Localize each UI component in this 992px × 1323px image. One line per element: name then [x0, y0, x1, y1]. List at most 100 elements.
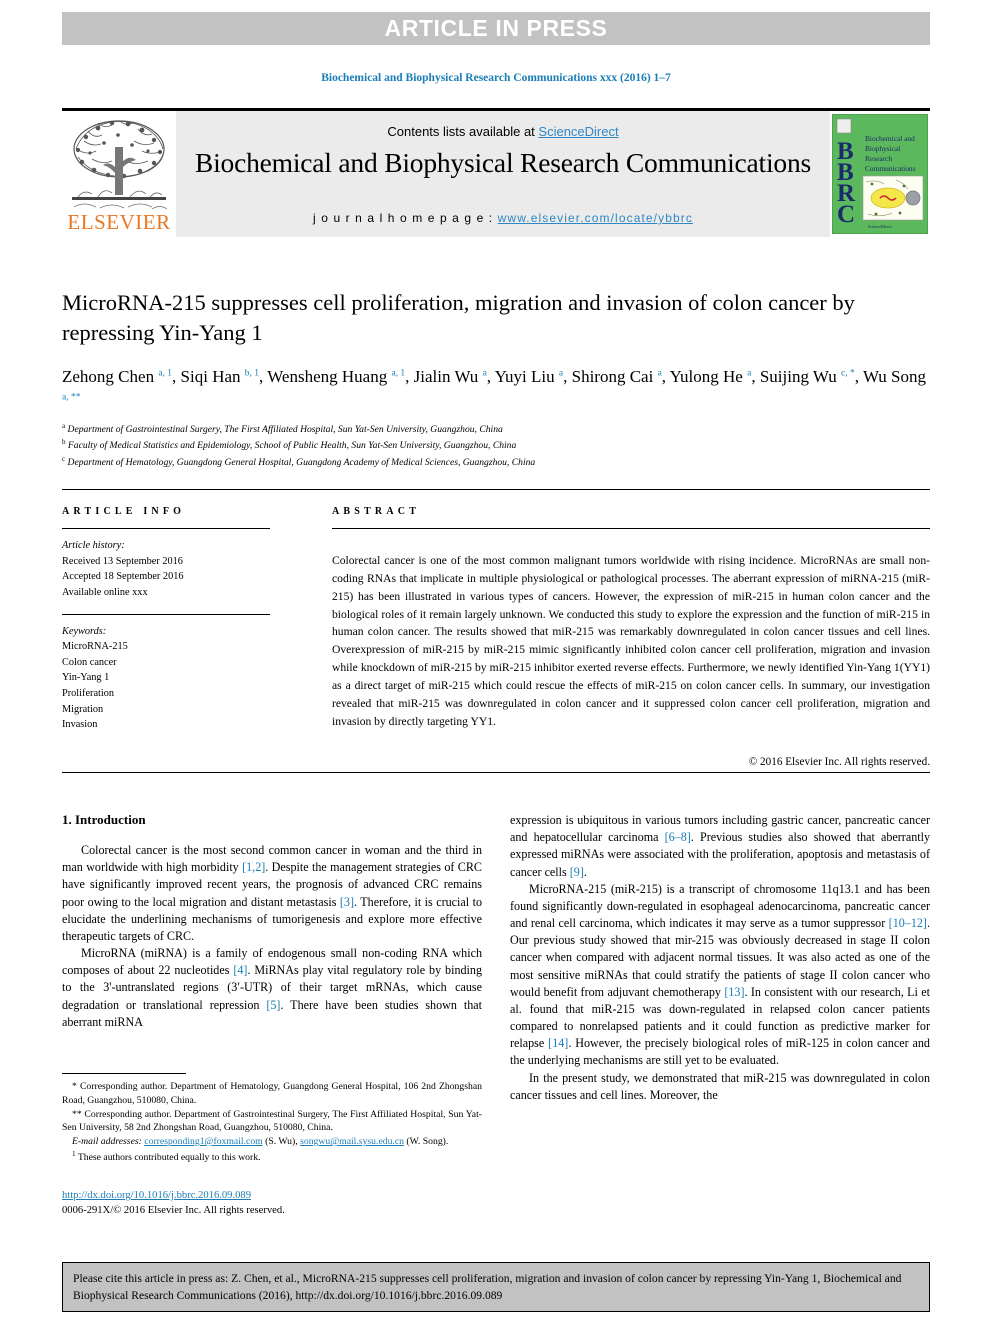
affiliation-item: c Department of Hematology, Guangdong Ge… [62, 454, 930, 470]
author-name: Siqi Han [180, 366, 241, 386]
article-page: ARTICLE IN PRESS Biochemical and Biophys… [0, 0, 992, 1323]
affiliation-item: b Faculty of Medical Statistics and Epid… [62, 437, 930, 453]
svg-text:Biochemical and: Biochemical and [865, 134, 915, 143]
author-sep: , [661, 366, 670, 386]
footnote-corresponding-2: ** Corresponding author. Department of G… [62, 1108, 482, 1134]
abstract-column: ABSTRACT Colorectal cancer is one of the… [332, 490, 930, 768]
footnote-corresponding-1: * Corresponding author. Department of He… [62, 1081, 482, 1106]
journal-cover-thumbnail: B B R C Biochemical and Biophysical Rese… [830, 111, 930, 237]
keyword-item: MicroRNA-215 [62, 641, 128, 653]
keyword-item: Invasion [62, 719, 98, 731]
article-info-column: ARTICLE INFO Article history: Received 1… [62, 490, 270, 768]
author-sep: , [486, 366, 495, 386]
article-history-item: Available online xxx [62, 586, 148, 598]
svg-text:Communications: Communications [865, 164, 916, 173]
author-name: Jialin Wu [413, 366, 479, 386]
homepage-label: j o u r n a l h o m e p a g e : [313, 211, 498, 225]
abstract-text: Colorectal cancer is one of the most com… [332, 553, 930, 729]
email-link-2[interactable]: songwu@mail.sysu.edu.cn [300, 1136, 404, 1147]
author-entry: Yulong He a [670, 367, 752, 386]
masthead-center: Contents lists available at ScienceDirec… [176, 111, 830, 237]
intro-paragraph: expression is ubiquitous in various tumo… [510, 813, 931, 879]
issn-copyright-line: 0006-291X/© 2016 Elsevier Inc. All right… [62, 1205, 285, 1217]
svg-text:Research: Research [865, 154, 892, 163]
author-entry: Shirong Cai a [572, 367, 662, 386]
author-list: Zehong Chen a, 1, Siqi Han b, 1, Wenshen… [62, 365, 930, 414]
email-label: E-mail addresses: [72, 1136, 142, 1148]
journal-homepage-line: j o u r n a l h o m e p a g e : www.else… [176, 211, 830, 225]
info-abstract-bottom-rule [62, 772, 930, 773]
footnotes-block: * Corresponding author. Department of He… [62, 1073, 482, 1165]
body-column-left: 1. Introduction Colorectal cancer is the… [62, 812, 482, 1104]
contents-line: Contents lists available at ScienceDirec… [176, 111, 830, 139]
author-sep: , [405, 366, 414, 386]
journal-masthead: ELSEVIER Contents lists available at Sci… [62, 108, 930, 237]
running-head: Biochemical and Biophysical Research Com… [321, 72, 671, 84]
abstract-rule [332, 528, 930, 529]
info-abstract-section: ARTICLE INFO Article history: Received 1… [62, 489, 930, 768]
affiliation-text: Department of Hematology, Guangdong Gene… [67, 457, 536, 468]
author-name: Shirong Cai [571, 366, 654, 386]
author-sep: , [259, 366, 268, 386]
affiliation-mark: c [62, 454, 66, 463]
elsevier-logo: ELSEVIER [62, 111, 176, 237]
email-owner-2: (W. Song). [406, 1136, 449, 1148]
author-marks: c, * [841, 368, 855, 379]
doi-link[interactable]: http://dx.doi.org/10.1016/j.bbrc.2016.09… [62, 1190, 251, 1201]
footnote-equal-text: These authors contributed equally to thi… [77, 1152, 261, 1164]
author-entry: Suijing Wu c, * [760, 367, 855, 386]
elsevier-tree-icon [72, 120, 168, 210]
bbrc-cover-image: B B R C Biochemical and Biophysical Rese… [832, 114, 928, 234]
journal-homepage-link[interactable]: www.elsevier.com/locate/ybbrc [498, 211, 693, 225]
abstract-copyright: © 2016 Elsevier Inc. All rights reserved… [748, 755, 930, 768]
author-marks: b, 1 [244, 368, 260, 379]
author-sep: , [172, 366, 181, 386]
article-history-block: Article history: Received 13 September 2… [62, 529, 270, 601]
affiliation-text: Faculty of Medical Statistics and Epidem… [67, 440, 517, 452]
column-gap [270, 490, 332, 768]
email-link-1[interactable]: corresponding1@foxmail.com [144, 1136, 262, 1147]
affiliation-item: a Department of Gastrointestinal Surgery… [62, 421, 930, 437]
keywords-label: Keywords: [62, 625, 107, 637]
svg-text:Biophysical: Biophysical [865, 144, 900, 153]
author-sep: , [751, 366, 760, 386]
author-entry: Zehong Chen a, 1 [62, 367, 172, 386]
svg-text:C: C [837, 201, 855, 228]
footnote-mark: 1 [72, 1149, 76, 1158]
elsevier-wordmark: ELSEVIER [67, 210, 171, 234]
author-name: Suijing Wu [759, 366, 837, 386]
body-columns: 1. Introduction Colorectal cancer is the… [62, 812, 930, 1104]
keyword-item: Yin-Yang 1 [62, 672, 110, 684]
abstract-heading: ABSTRACT [332, 506, 421, 517]
author-name: Yulong He [669, 366, 743, 386]
article-history-item: Accepted 18 September 2016 [62, 571, 184, 583]
author-name: Wu Song [862, 366, 927, 386]
doi-block: http://dx.doi.org/10.1016/j.bbrc.2016.09… [62, 1188, 482, 1219]
author-sep: , [854, 366, 863, 386]
author-entry: Jialin Wu a [414, 367, 487, 386]
author-name: Yuyi Liu [494, 366, 555, 386]
affiliation-mark: a [62, 422, 66, 431]
intro-paragraph: In the present study, we demonstrated th… [510, 1070, 930, 1102]
author-entry: Wensheng Huang a, 1 [267, 367, 405, 386]
footnote-divider [62, 1073, 186, 1074]
keyword-item: Colon cancer [62, 656, 117, 668]
footnote-equal-contribution: 1 These authors contributed equally to t… [62, 1149, 482, 1165]
sciencedirect-link[interactable]: ScienceDirect [538, 124, 618, 139]
article-history-item: Received 13 September 2016 [62, 555, 183, 567]
body-column-gap [482, 812, 510, 1104]
journal-title: Biochemical and Biophysical Research Com… [194, 147, 812, 178]
email-owner-1: (S. Wu) [265, 1136, 296, 1148]
intro-paragraph: MicroRNA (miRNA) is a family of endogeno… [62, 946, 482, 1029]
author-marks: a, 1 [391, 368, 406, 379]
affiliation-mark: b [62, 438, 66, 447]
author-entry: Siqi Han b, 1 [181, 367, 259, 386]
author-name: Zehong Chen [62, 366, 155, 386]
footnote-emails: E-mail addresses: corresponding1@foxmail… [72, 1136, 449, 1148]
author-entry: Yuyi Liu a [495, 367, 563, 386]
cite-this-article-box: Please cite this article in press as: Z.… [62, 1262, 930, 1312]
keywords-block: Keywords: MicroRNA-215 Colon cancer Yin-… [62, 615, 270, 733]
intro-paragraph: Colorectal cancer is the most second com… [62, 843, 483, 943]
author-marks: a, ** [62, 392, 81, 403]
